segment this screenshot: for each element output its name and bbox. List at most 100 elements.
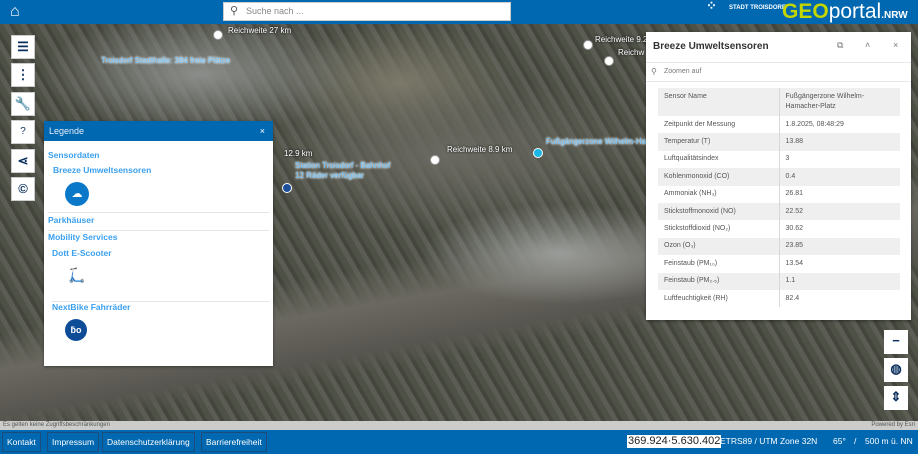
popup-title: Breeze Umweltsensoren bbox=[653, 41, 769, 52]
more-menu-icon[interactable]: ⋮ bbox=[11, 63, 35, 87]
attribute-name: Temperatur (T) bbox=[658, 133, 780, 151]
attribute-name: Feinstaub (PM₂.₅) bbox=[658, 272, 780, 290]
attribute-value: 3 bbox=[785, 155, 790, 163]
attribute-name: Ozon (O₃) bbox=[658, 237, 780, 256]
footer-link-kontakt[interactable]: Kontakt bbox=[2, 432, 41, 452]
cloud-sensor-icon: ☁ bbox=[65, 182, 89, 206]
zoom-to-label: Zoomen auf bbox=[664, 68, 702, 75]
e-scooter-icon: 🛴 bbox=[68, 267, 86, 283]
legend-panel: Legende × Sensordaten Breeze Umweltsensor… bbox=[44, 121, 273, 366]
bike-icon: ƃo bbox=[65, 319, 87, 341]
range-label: Reichweite 27 km bbox=[228, 26, 292, 35]
table-row: Zeitpunkt der Messung 1.8.2025, 08:48:29 bbox=[658, 116, 900, 134]
attribute-name: Sensor Name bbox=[658, 88, 780, 116]
attribute-value: 0.4 bbox=[785, 172, 796, 180]
copyright-icon[interactable]: © bbox=[11, 177, 35, 201]
tools-wrench-icon[interactable]: 🔧 bbox=[11, 92, 35, 116]
compass-icon[interactable]: ⇕ bbox=[884, 386, 908, 410]
search-placeholder: Suche nach ... bbox=[246, 6, 304, 16]
city-logo-text: STADT TROISDORF bbox=[729, 5, 786, 11]
footer-bar: Kontakt Impressum Datenschutzerklärung B… bbox=[0, 430, 918, 454]
zoom-in-icon: ⚲ bbox=[651, 67, 657, 76]
attribute-name: Stickstoffdioxid (NO₂) bbox=[658, 220, 780, 238]
table-row: Sensor Name Fußgängerzone Wilhelm-Hamache… bbox=[658, 88, 900, 116]
attribute-name: Luftfeuchtigkeit (RH) bbox=[658, 289, 780, 308]
search-input[interactable]: ⚲ Suche nach ... bbox=[223, 2, 511, 21]
parking-label[interactable]: Troisdorf Stadthalle: 384 freie Plätze bbox=[101, 56, 230, 65]
attribute-value: Fußgängerzone Wilhelm-Hamacher-Platz bbox=[785, 93, 865, 110]
close-icon[interactable]: × bbox=[893, 40, 898, 50]
legend-section-sensordaten: Sensordaten bbox=[48, 150, 100, 160]
logo-geo: GEO bbox=[782, 0, 829, 23]
attribute-name: Zeitpunkt der Messung bbox=[658, 116, 780, 134]
help-icon[interactable]: ? bbox=[11, 120, 35, 144]
collapse-icon[interactable]: ˄ bbox=[865, 40, 870, 50]
scooter-marker[interactable] bbox=[213, 30, 223, 40]
sensor-marker[interactable] bbox=[533, 148, 543, 158]
range-label: Reichw bbox=[618, 48, 645, 57]
table-row: Ammoniak (NH₃) 26.81 bbox=[658, 185, 900, 203]
zoom-to-button[interactable]: ⚲ Zoomen auf bbox=[646, 62, 911, 82]
city-logo-icon: ⁘ bbox=[706, 0, 717, 13]
legend-item-nextbike: NextBike Fahrräder bbox=[52, 302, 131, 312]
range-label: 12.9 km bbox=[284, 149, 313, 158]
attribute-value: 22.52 bbox=[785, 207, 804, 215]
footer-link-impressum[interactable]: Impressum bbox=[47, 432, 100, 452]
range-label: Reichweite 8.9 km bbox=[447, 145, 513, 154]
top-bar: ⌂ ⚲ Suche nach ... ⁘ STADT TROISDORF GEOpo… bbox=[0, 0, 918, 24]
legend-title: Legende bbox=[49, 126, 85, 136]
access-note: Es gelten keine Zugriffsbeschränkungen bbox=[3, 422, 110, 428]
esri-attribution[interactable]: Powered by Esri bbox=[871, 421, 915, 430]
home-icon[interactable]: ⌂ bbox=[10, 3, 28, 21]
legend-item-dott: Dott E-Scooter bbox=[52, 248, 112, 258]
table-row: Kohlenmonoxid (CO) 0.4 bbox=[658, 168, 900, 186]
attribute-value: 13.54 bbox=[785, 259, 804, 267]
scooter-marker[interactable] bbox=[604, 56, 614, 66]
table-row: Stickstoffdioxid (NO₂) 30.62 bbox=[658, 220, 900, 238]
attribute-name: Luftqualitätsindex bbox=[658, 150, 780, 169]
dock-icon[interactable]: ⧉ bbox=[837, 40, 843, 51]
bike-station-label[interactable]: Station Troisdorf - Bahnhof bbox=[295, 161, 390, 170]
share-icon[interactable]: ⋖ bbox=[11, 149, 35, 173]
attribute-value: 26.81 bbox=[785, 190, 804, 198]
logo-nrw: .NRW bbox=[881, 10, 908, 21]
legend-item-breeze: Breeze Umweltsensoren bbox=[53, 165, 152, 175]
attribution-bar: Es gelten keine Zugriffsbeschränkungen Po… bbox=[0, 421, 918, 430]
attribute-name: Feinstaub (PM₁₀) bbox=[658, 255, 780, 273]
globe-icon[interactable]: ◍ bbox=[884, 358, 908, 382]
divider bbox=[48, 212, 269, 213]
sensor-label[interactable]: Fußgängerzone Wilhelm-Ha bbox=[546, 137, 646, 146]
bike-station-count: 12 Räder verfügbar bbox=[295, 171, 364, 180]
separator: / bbox=[854, 436, 857, 446]
scooter-marker[interactable] bbox=[430, 155, 440, 165]
table-row: Temperatur (T) 13.88 bbox=[658, 133, 900, 151]
height-readout: 500 m ü. NN bbox=[865, 436, 913, 446]
layer-list-icon[interactable]: ☰ bbox=[11, 35, 35, 59]
scooter-marker[interactable] bbox=[583, 40, 593, 50]
popup-panel: Breeze Umweltsensoren ⧉ ˄ × ⚲ Zoomen auf … bbox=[646, 32, 911, 320]
range-label: Reichweite 9.2 bbox=[595, 35, 648, 44]
attribute-value: 30.62 bbox=[785, 225, 804, 233]
nextbike-marker[interactable] bbox=[282, 183, 292, 193]
attribute-name: Ammoniak (NH₃) bbox=[658, 185, 780, 203]
attribute-value: 1.8.2025, 08:48:29 bbox=[785, 120, 844, 128]
zoom-out-button[interactable]: − bbox=[884, 330, 908, 354]
attribute-value: 82.4 bbox=[785, 294, 800, 302]
table-row: Stickstoffmonoxid (NO) 22.52 bbox=[658, 202, 900, 221]
attribute-table: Sensor Name Fußgängerzone Wilhelm-Hamache… bbox=[658, 88, 900, 308]
footer-link-datenschutz[interactable]: Datenschutzerklärung bbox=[102, 432, 195, 452]
attribute-value: 1.1 bbox=[785, 277, 796, 285]
search-icon: ⚲ bbox=[230, 5, 239, 17]
attribute-name: Kohlenmonoxid (CO) bbox=[658, 168, 780, 186]
table-row: Luftfeuchtigkeit (RH) 82.4 bbox=[658, 289, 900, 308]
footer-link-barrierefreiheit[interactable]: Barrierefreiheit bbox=[201, 432, 267, 452]
legend-header: Legende × bbox=[44, 121, 273, 141]
legend-section-mobility: Mobility Services bbox=[48, 232, 118, 242]
attribute-value: 13.88 bbox=[785, 138, 804, 146]
crs-label[interactable]: ETRS89 / UTM Zone 32N bbox=[720, 435, 817, 448]
attribute-name: Stickstoffmonoxid (NO) bbox=[658, 202, 780, 221]
table-row: Feinstaub (PM₁₀) 13.54 bbox=[658, 255, 900, 273]
legend-close-button[interactable]: × bbox=[260, 126, 265, 136]
table-row: Luftqualitätsindex 3 bbox=[658, 150, 900, 169]
table-row: Ozon (O₃) 23.85 bbox=[658, 237, 900, 256]
